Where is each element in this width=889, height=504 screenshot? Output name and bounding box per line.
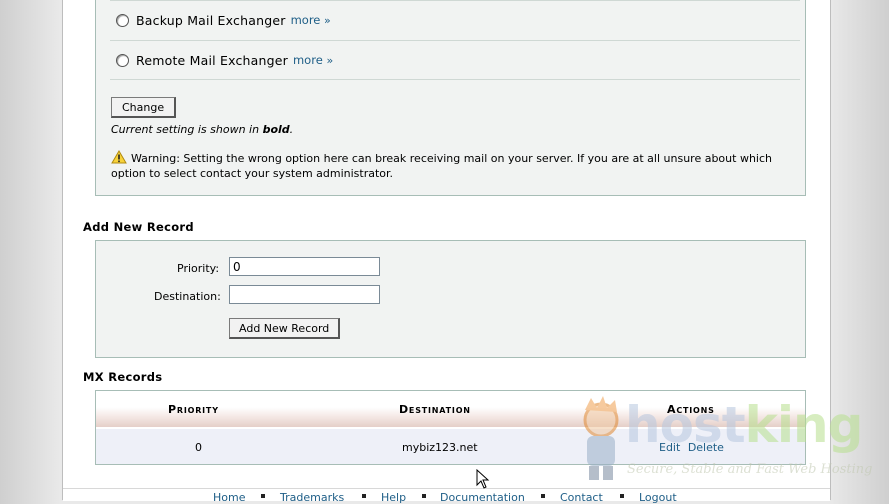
priority-input[interactable] (229, 257, 380, 276)
footer-separator (541, 494, 545, 498)
footer-link-logout[interactable]: Logout (639, 491, 677, 504)
add-new-record-title: Add New Record (83, 220, 194, 234)
radio-icon[interactable] (116, 13, 129, 27)
warning-message: Warning: Setting the wrong option here c… (111, 150, 791, 180)
record-priority: 0 (195, 441, 202, 454)
footer-link-contact[interactable]: Contact (560, 491, 603, 504)
current-note-suffix: . (289, 123, 294, 136)
warning-text: Warning: Setting the wrong option here c… (111, 152, 772, 180)
remote-mail-exchanger-label[interactable]: Remote Mail Exchanger (136, 53, 288, 68)
footer-nav: Home Trademarks Help Documentation Conta… (63, 488, 830, 504)
backup-mail-exchanger-label[interactable]: Backup Mail Exchanger (136, 13, 286, 28)
radio-icon[interactable] (116, 53, 129, 67)
footer-link-trademarks[interactable]: Trademarks (280, 491, 344, 504)
add-new-record-button[interactable]: Add New Record (229, 318, 341, 339)
mx-records-title: MX Records (83, 370, 163, 384)
mx-records-table: Priority Destination Actions 0 mybiz123.… (95, 390, 806, 465)
priority-label: Priority: (177, 262, 220, 275)
footer-separator (620, 494, 624, 498)
table-row: 0 mybiz123.net Edit Delete (96, 429, 805, 464)
record-destination: mybiz123.net (402, 441, 478, 454)
destination-label: Destination: (154, 290, 221, 303)
current-note-prefix: Current setting is shown in (111, 123, 263, 136)
record-actions: Edit Delete (659, 441, 728, 454)
change-button[interactable]: Change (111, 97, 177, 118)
backup-more-text[interactable]: more (291, 13, 321, 27)
option-row-backup[interactable]: Backup Mail Exchanger more » (110, 0, 800, 39)
table-header: Priority Destination Actions (96, 391, 805, 427)
column-header-destination[interactable]: Destination (399, 403, 471, 416)
footer-link-home[interactable]: Home (213, 491, 245, 504)
mouse-pointer-icon (476, 468, 490, 492)
footer-separator (261, 494, 265, 498)
option-row-remote[interactable]: Remote Mail Exchanger more » (110, 40, 800, 79)
remote-more-link[interactable]: more » (293, 53, 333, 67)
footer-separator (362, 494, 366, 498)
mail-exchanger-panel: Backup Mail Exchanger more » Remote Mail… (95, 0, 806, 196)
footer-link-help[interactable]: Help (381, 491, 406, 504)
backup-more-link[interactable]: more » (291, 13, 331, 27)
remote-more-text[interactable]: more (293, 53, 323, 67)
remote-more-raquo: » (326, 54, 334, 67)
warning-triangle-icon (111, 150, 127, 167)
current-note-bold: bold (262, 123, 290, 136)
backup-more-raquo: » (324, 14, 331, 27)
column-header-actions: Actions (667, 403, 715, 416)
main-content-page: Backup Mail Exchanger more » Remote Mail… (62, 0, 831, 504)
footer-link-documentation[interactable]: Documentation (440, 491, 525, 504)
footer-separator (422, 494, 426, 498)
column-header-priority[interactable]: Priority (168, 403, 219, 416)
delete-link[interactable]: Delete (688, 441, 724, 454)
options-divider (110, 79, 800, 80)
add-new-record-panel: Priority: Destination: Add New Record (95, 240, 806, 358)
edit-link[interactable]: Edit (659, 441, 680, 454)
destination-input[interactable] (229, 285, 380, 304)
current-setting-note: Current setting is shown in bold. (111, 123, 293, 136)
